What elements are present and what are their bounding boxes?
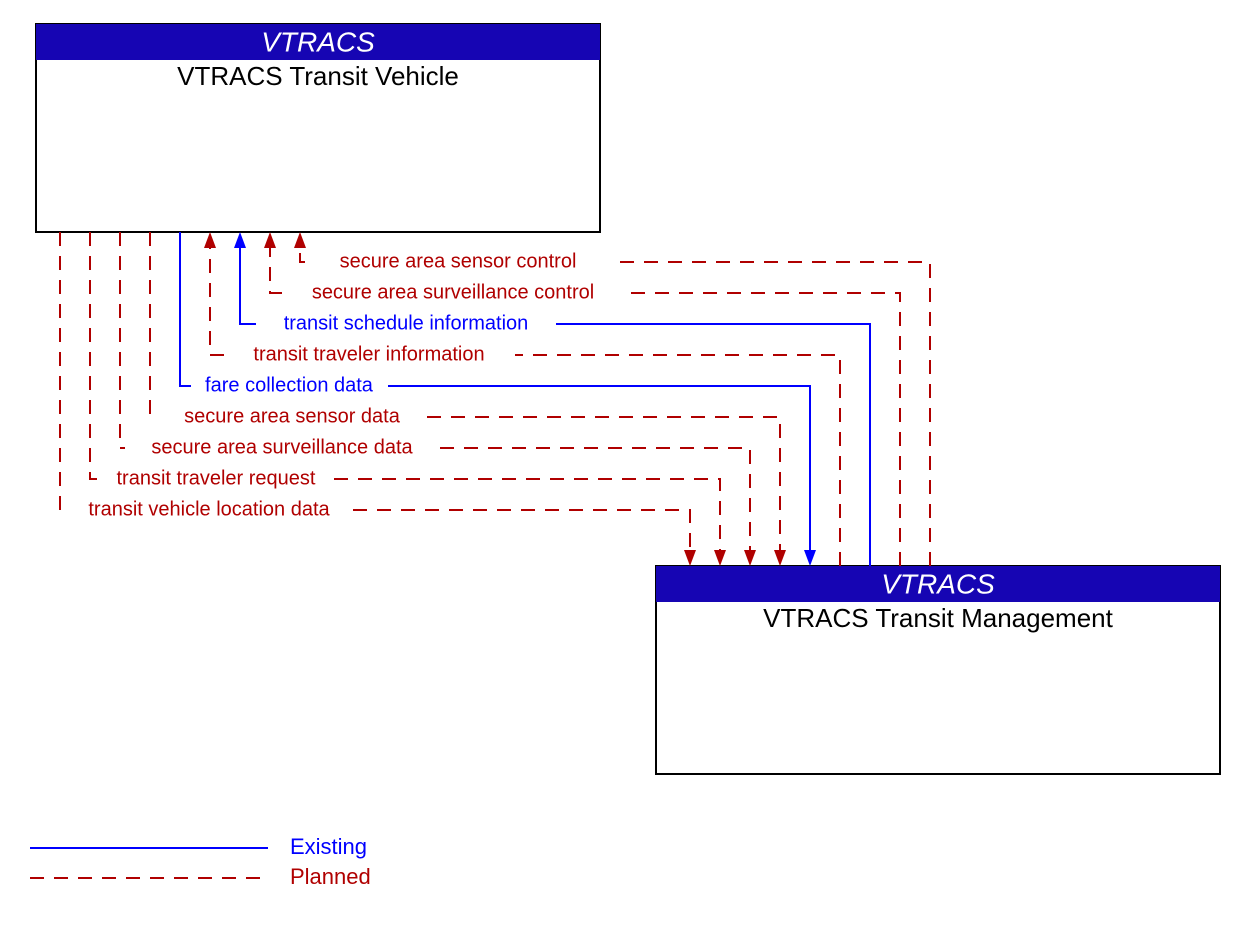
label-transit-traveler-request: transit traveler request bbox=[117, 467, 316, 489]
legend-existing-label: Existing bbox=[290, 834, 367, 859]
label-secure-area-surveillance-control: secure area surveillance control bbox=[312, 281, 594, 303]
label-secure-area-surveillance-data: secure area surveillance data bbox=[151, 436, 413, 458]
architecture-diagram: VTRACS VTRACS Transit Vehicle VTRACS VTR… bbox=[0, 0, 1252, 925]
management-title: VTRACS Transit Management bbox=[763, 603, 1113, 633]
vehicle-title: VTRACS Transit Vehicle bbox=[177, 61, 459, 91]
legend-planned-label: Planned bbox=[290, 864, 371, 889]
legend: Existing Planned bbox=[30, 834, 371, 889]
node-transit-vehicle: VTRACS VTRACS Transit Vehicle bbox=[36, 24, 600, 232]
management-header: VTRACS bbox=[881, 568, 995, 599]
flow-secure-area-surveillance-control: secure area surveillance control bbox=[264, 232, 900, 566]
label-transit-traveler-information: transit traveler information bbox=[253, 343, 484, 365]
label-secure-area-sensor-data: secure area sensor data bbox=[184, 405, 401, 427]
label-transit-schedule-information: transit schedule information bbox=[284, 312, 529, 334]
label-secure-area-sensor-control: secure area sensor control bbox=[340, 250, 577, 272]
label-fare-collection-data: fare collection data bbox=[205, 374, 374, 396]
node-transit-management: VTRACS VTRACS Transit Management bbox=[656, 566, 1220, 774]
label-transit-vehicle-location-data: transit vehicle location data bbox=[88, 498, 330, 520]
vehicle-header: VTRACS bbox=[261, 26, 375, 57]
